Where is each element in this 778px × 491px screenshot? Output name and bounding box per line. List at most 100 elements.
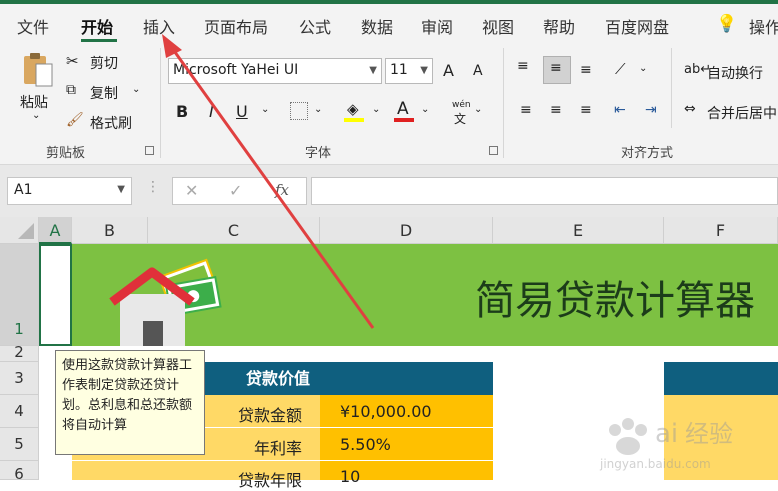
tab-formulas[interactable]: 公式 (299, 14, 331, 38)
tab-baidu-netdisk[interactable]: 百度网盘 (605, 14, 669, 38)
cut-button[interactable]: 剪切 (90, 53, 118, 73)
formula-buttons: ✕ ✓ fx (172, 177, 307, 205)
fill-color-icon[interactable]: ◈ (347, 100, 359, 118)
align-bottom-icon[interactable]: ≡ (580, 62, 592, 78)
cell-comment: 使用这款贷款计算器工作表制定贷款还贷计划。总利息和总还款额将自动计算 (55, 350, 205, 455)
house-money-icon (100, 246, 230, 348)
value-loan-term[interactable]: 10 (340, 467, 360, 486)
decrease-font-icon[interactable]: A (473, 63, 483, 79)
format-painter-button[interactable]: 格式刷 (90, 113, 132, 133)
bold-button[interactable]: B (176, 102, 188, 121)
column-header-e[interactable]: E (493, 217, 664, 244)
borders-icon[interactable] (290, 102, 308, 120)
font-name-select[interactable]: Microsoft YaHei UI ▼ (168, 58, 382, 84)
decrease-indent-icon[interactable]: ⇤ (614, 102, 626, 118)
clipboard-launcher-icon[interactable] (145, 146, 154, 155)
phonetic-glyph-icon: 文 (454, 112, 467, 126)
underline-button[interactable]: U (236, 102, 248, 121)
row-header-5[interactable]: 5 (0, 428, 39, 461)
merge-center-button[interactable]: 合并后居中 (707, 103, 777, 123)
fill-color-dropdown-icon[interactable]: ⌄ (372, 104, 380, 115)
formula-input[interactable] (311, 177, 778, 205)
row-header-4[interactable]: 4 (0, 395, 39, 428)
cancel-icon[interactable]: ✕ (185, 181, 198, 200)
tab-page-layout[interactable]: 页面布局 (204, 14, 268, 38)
row-header-3[interactable]: 3 (0, 362, 39, 395)
formula-bar: A1 ▼ ⋮ ✕ ✓ fx (0, 165, 778, 217)
tab-insert[interactable]: 插入 (143, 14, 175, 38)
increase-font-icon[interactable]: A (443, 61, 454, 80)
name-box[interactable]: A1 ▼ (7, 177, 132, 205)
tab-review[interactable]: 审阅 (421, 14, 453, 38)
font-group-label: 字体 (305, 146, 332, 161)
name-box-value: A1 (14, 182, 33, 198)
value-annual-rate[interactable]: 5.50% (340, 435, 391, 454)
tab-data[interactable]: 数据 (361, 14, 393, 38)
italic-button[interactable]: I (209, 102, 214, 121)
tab-file[interactable]: 文件 (17, 14, 49, 38)
copy-dropdown-icon[interactable]: ⌄ (132, 84, 140, 95)
svg-text:ai: ai (655, 419, 678, 449)
select-all-button[interactable] (0, 217, 39, 244)
phonetic-dropdown-icon[interactable]: ⌄ (474, 104, 482, 115)
orientation-icon[interactable]: ⟋ (615, 60, 626, 78)
phonetic-guide-icon[interactable]: wén (452, 100, 471, 110)
ribbon-separator (671, 48, 672, 128)
font-size-value: 11 (390, 62, 408, 78)
align-left-icon[interactable]: ≡ (520, 102, 532, 118)
orientation-dropdown-icon[interactable]: ⌄ (639, 63, 647, 74)
wrap-text-button[interactable]: 自动换行 (707, 63, 763, 83)
paste-dropdown-icon[interactable]: ⌄ (32, 110, 40, 121)
value-loan-amount[interactable]: ¥10,000.00 (340, 402, 432, 421)
tab-view[interactable]: 视图 (482, 14, 514, 38)
column-header-f[interactable]: F (664, 217, 778, 244)
clipboard-group-label: 剪贴板 (46, 146, 86, 161)
paste-icon[interactable] (20, 50, 56, 90)
svg-text:jingyan.baidu.com: jingyan.baidu.com (599, 457, 711, 471)
drag-handle-icon[interactable]: ⋮ (146, 179, 160, 195)
ribbon-separator (160, 48, 161, 158)
underline-dropdown-icon[interactable]: ⌄ (261, 104, 269, 115)
row-header-6[interactable]: 6 (0, 461, 39, 483)
copy-button[interactable]: 复制 (90, 83, 118, 103)
column-header-b[interactable]: B (72, 217, 148, 244)
merge-center-icon[interactable]: ⇔ (684, 101, 696, 117)
menu-bar: 文件 开始 插入 页面布局 公式 数据 审阅 视图 帮助 百度网盘 💡 操作 (0, 4, 778, 42)
column-header-d[interactable]: D (320, 217, 493, 244)
tab-help[interactable]: 帮助 (543, 14, 575, 38)
format-painter-icon[interactable]: 🖌 (66, 112, 84, 128)
align-right-icon[interactable]: ≡ (580, 102, 592, 118)
align-top-icon[interactable]: ≡ (517, 58, 529, 74)
row-header-1[interactable]: 1 (0, 244, 39, 346)
align-middle-icon: ≡ (550, 60, 562, 76)
insert-function-button[interactable]: fx (275, 181, 289, 199)
paste-button[interactable]: 粘贴 (20, 92, 48, 112)
font-color-dropdown-icon[interactable]: ⌄ (421, 104, 429, 115)
enter-icon[interactable]: ✓ (229, 181, 242, 200)
borders-dropdown-icon[interactable]: ⌄ (314, 104, 322, 115)
font-launcher-icon[interactable] (489, 146, 498, 155)
font-name-caret-icon: ▼ (369, 65, 377, 76)
tab-home[interactable]: 开始 (81, 14, 113, 38)
font-size-caret-icon: ▼ (420, 65, 428, 76)
font-name-value: Microsoft YaHei UI (173, 62, 299, 78)
section-header-right (664, 362, 778, 395)
tell-me-label[interactable]: 操作 (749, 14, 778, 38)
label-loan-term[interactable]: 贷款年限 (150, 467, 302, 491)
selected-cell-a1[interactable] (39, 244, 72, 346)
font-color-icon[interactable]: A (397, 99, 409, 119)
font-size-select[interactable]: 11 ▼ (385, 58, 433, 84)
alignment-group-label: 对齐方式 (621, 146, 674, 161)
name-box-caret-icon: ▼ (117, 184, 125, 195)
scissors-icon[interactable]: ✂ (66, 52, 79, 70)
svg-text:经验: 经验 (685, 420, 733, 448)
copy-icon[interactable]: ⧉ (66, 82, 76, 98)
column-header-c[interactable]: C (148, 217, 320, 244)
row-header-2[interactable]: 2 (0, 345, 39, 362)
lightbulb-icon[interactable]: 💡 (716, 14, 737, 34)
align-center-icon[interactable]: ≡ (550, 102, 562, 118)
fill-color-swatch (344, 118, 364, 122)
increase-indent-icon[interactable]: ⇥ (645, 102, 657, 118)
column-header-a[interactable]: A (39, 217, 72, 244)
page-title: 简易贷款计算器 (475, 278, 755, 324)
